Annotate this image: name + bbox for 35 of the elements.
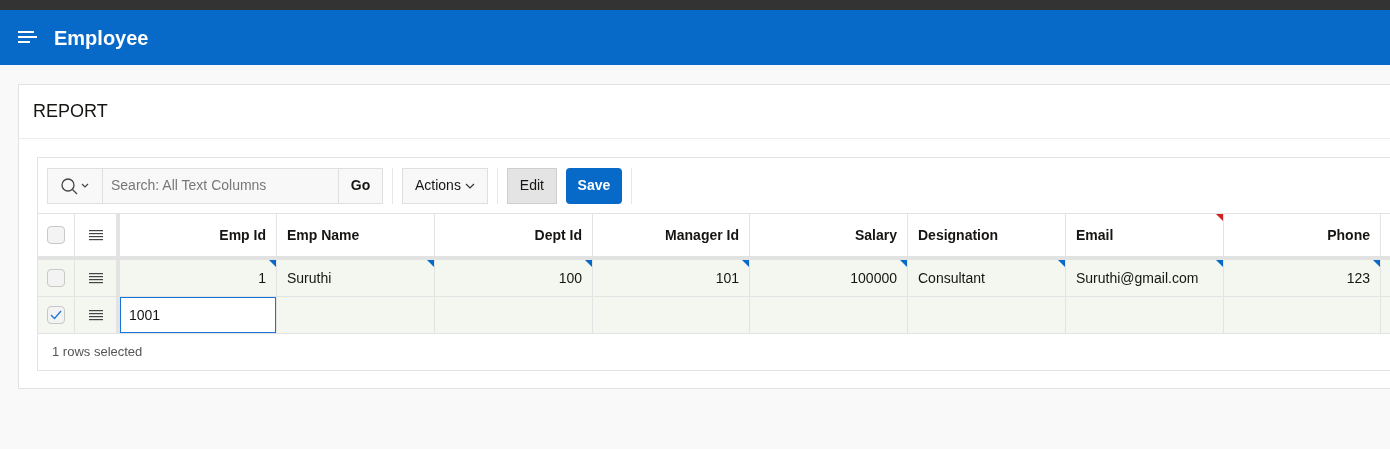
column-header[interactable]: Email bbox=[1066, 214, 1224, 256]
menu-icon[interactable] bbox=[18, 29, 38, 46]
table-cell-text: 1 bbox=[258, 268, 266, 288]
caret-icon bbox=[464, 182, 475, 189]
column-header[interactable]: Designation bbox=[908, 214, 1066, 256]
row-checkbox[interactable] bbox=[47, 269, 65, 287]
column-header[interactable]: Emp Id bbox=[120, 214, 277, 256]
row-handle-icon[interactable] bbox=[88, 272, 103, 284]
table-cell-text: 123 bbox=[1346, 268, 1370, 288]
row-checkbox[interactable] bbox=[47, 226, 65, 244]
row-handle-icon[interactable] bbox=[88, 229, 103, 241]
search-icon bbox=[60, 176, 90, 195]
app-title: Employee bbox=[54, 25, 149, 51]
region-title: REPORT bbox=[33, 100, 108, 123]
table-cell-text: 101 bbox=[715, 268, 739, 288]
go-button[interactable]: Go bbox=[338, 168, 382, 203]
column-header[interactable]: Emp Name bbox=[277, 214, 435, 256]
check-icon bbox=[50, 310, 62, 320]
column-header[interactable]: Dept Id bbox=[435, 214, 593, 256]
table-cell-text: Consultant bbox=[918, 268, 985, 288]
column-header[interactable]: Phone bbox=[1224, 214, 1381, 256]
table-cell-text: 100000 bbox=[850, 268, 897, 288]
table-cell-text: Suruthi@gmail.com bbox=[1076, 268, 1199, 288]
search-bar[interactable]: Search: All Text Columns Go bbox=[47, 167, 383, 204]
edit-button[interactable]: Edit bbox=[506, 167, 557, 204]
table-cell-text: Suruthi bbox=[287, 268, 332, 288]
save-button[interactable]: Save bbox=[565, 167, 622, 204]
column-header[interactable]: Salary bbox=[750, 214, 908, 256]
column-header[interactable]: Manager Id bbox=[593, 214, 750, 256]
cell-input-field[interactable]: 1001 bbox=[120, 297, 276, 333]
actions-button[interactable]: Actions bbox=[402, 167, 488, 204]
row-handle-icon[interactable] bbox=[88, 309, 103, 321]
table-cell-text: 100 bbox=[558, 268, 582, 288]
row-checkbox[interactable] bbox=[47, 306, 65, 324]
selection-status: 1 rows selected bbox=[52, 343, 143, 362]
